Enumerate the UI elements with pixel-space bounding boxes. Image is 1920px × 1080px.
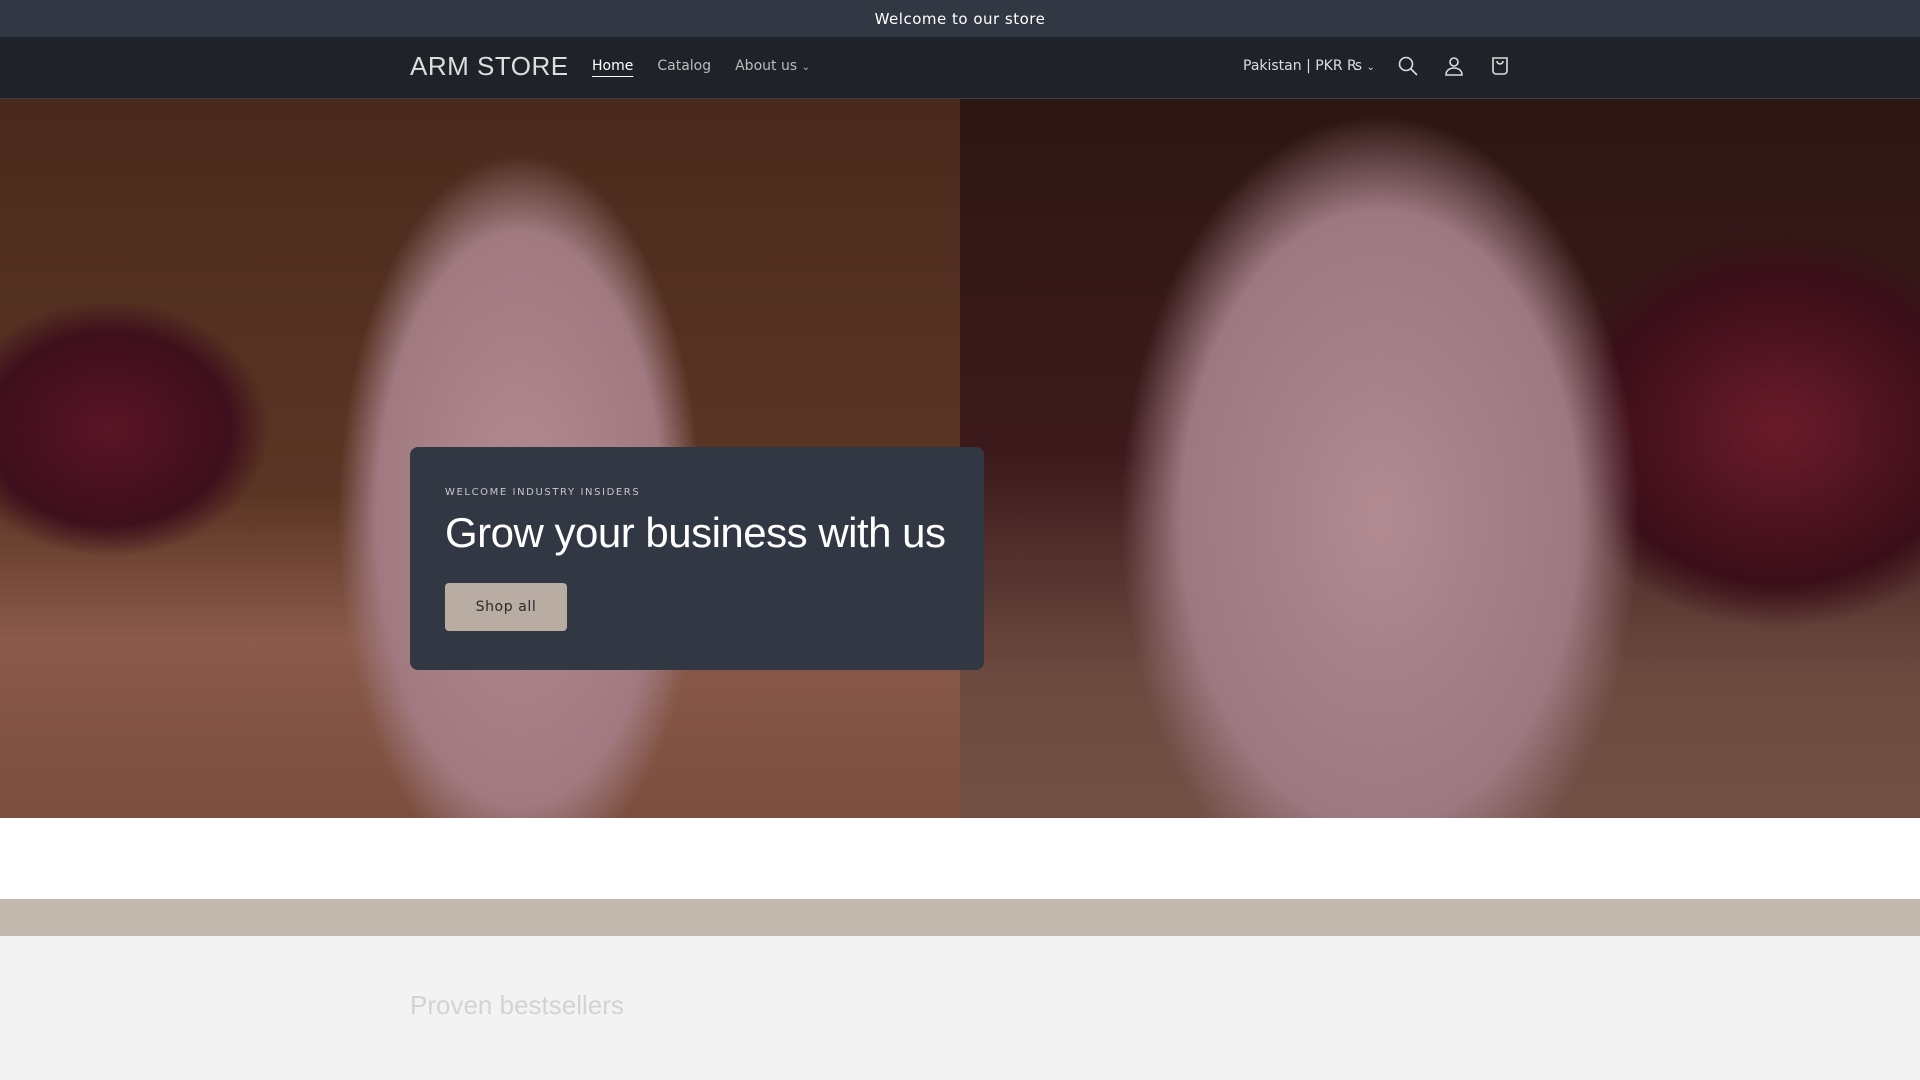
locale-label: Pakistan | PKR ₨ [1243, 58, 1363, 74]
hero-content-box: WELCOME INDUSTRY INSIDERS Grow your busi… [410, 447, 984, 670]
announcement-bar: Welcome to our store [0, 0, 1920, 37]
account-icon[interactable] [1441, 53, 1467, 79]
site-header: ARM STORE Home Catalog About us ⌄ Pakist… [0, 37, 1920, 99]
nav-about-label: About us [735, 58, 798, 74]
nav-home[interactable]: Home [592, 58, 633, 74]
hero-image-right [960, 99, 1920, 818]
header-actions: Pakistan | PKR ₨ ⌄ [1243, 53, 1513, 79]
announcement-text: Welcome to our store [874, 9, 1046, 28]
nav-catalog[interactable]: Catalog [657, 58, 711, 74]
bestsellers-heading: Proven bestsellers [410, 990, 624, 1020]
chevron-down-icon: ⌄ [1366, 62, 1375, 73]
locale-selector[interactable]: Pakistan | PKR ₨ ⌄ [1243, 58, 1375, 74]
nav-about-us[interactable]: About us ⌄ [735, 58, 810, 74]
chevron-down-icon: ⌄ [801, 62, 810, 73]
spacer-section [0, 818, 1920, 899]
hero-eyebrow: WELCOME INDUSTRY INSIDERS [445, 487, 641, 498]
main-nav: Home Catalog About us ⌄ [592, 58, 810, 74]
cart-icon[interactable] [1487, 53, 1513, 79]
hero-banner: WELCOME INDUSTRY INSIDERS Grow your busi… [0, 99, 1920, 818]
shop-all-button[interactable]: Shop all [445, 583, 567, 631]
color-band [0, 899, 1920, 936]
hero-title: Grow your business with us [445, 509, 946, 556]
search-icon[interactable] [1395, 53, 1421, 79]
store-logo[interactable]: ARM STORE [410, 51, 569, 82]
